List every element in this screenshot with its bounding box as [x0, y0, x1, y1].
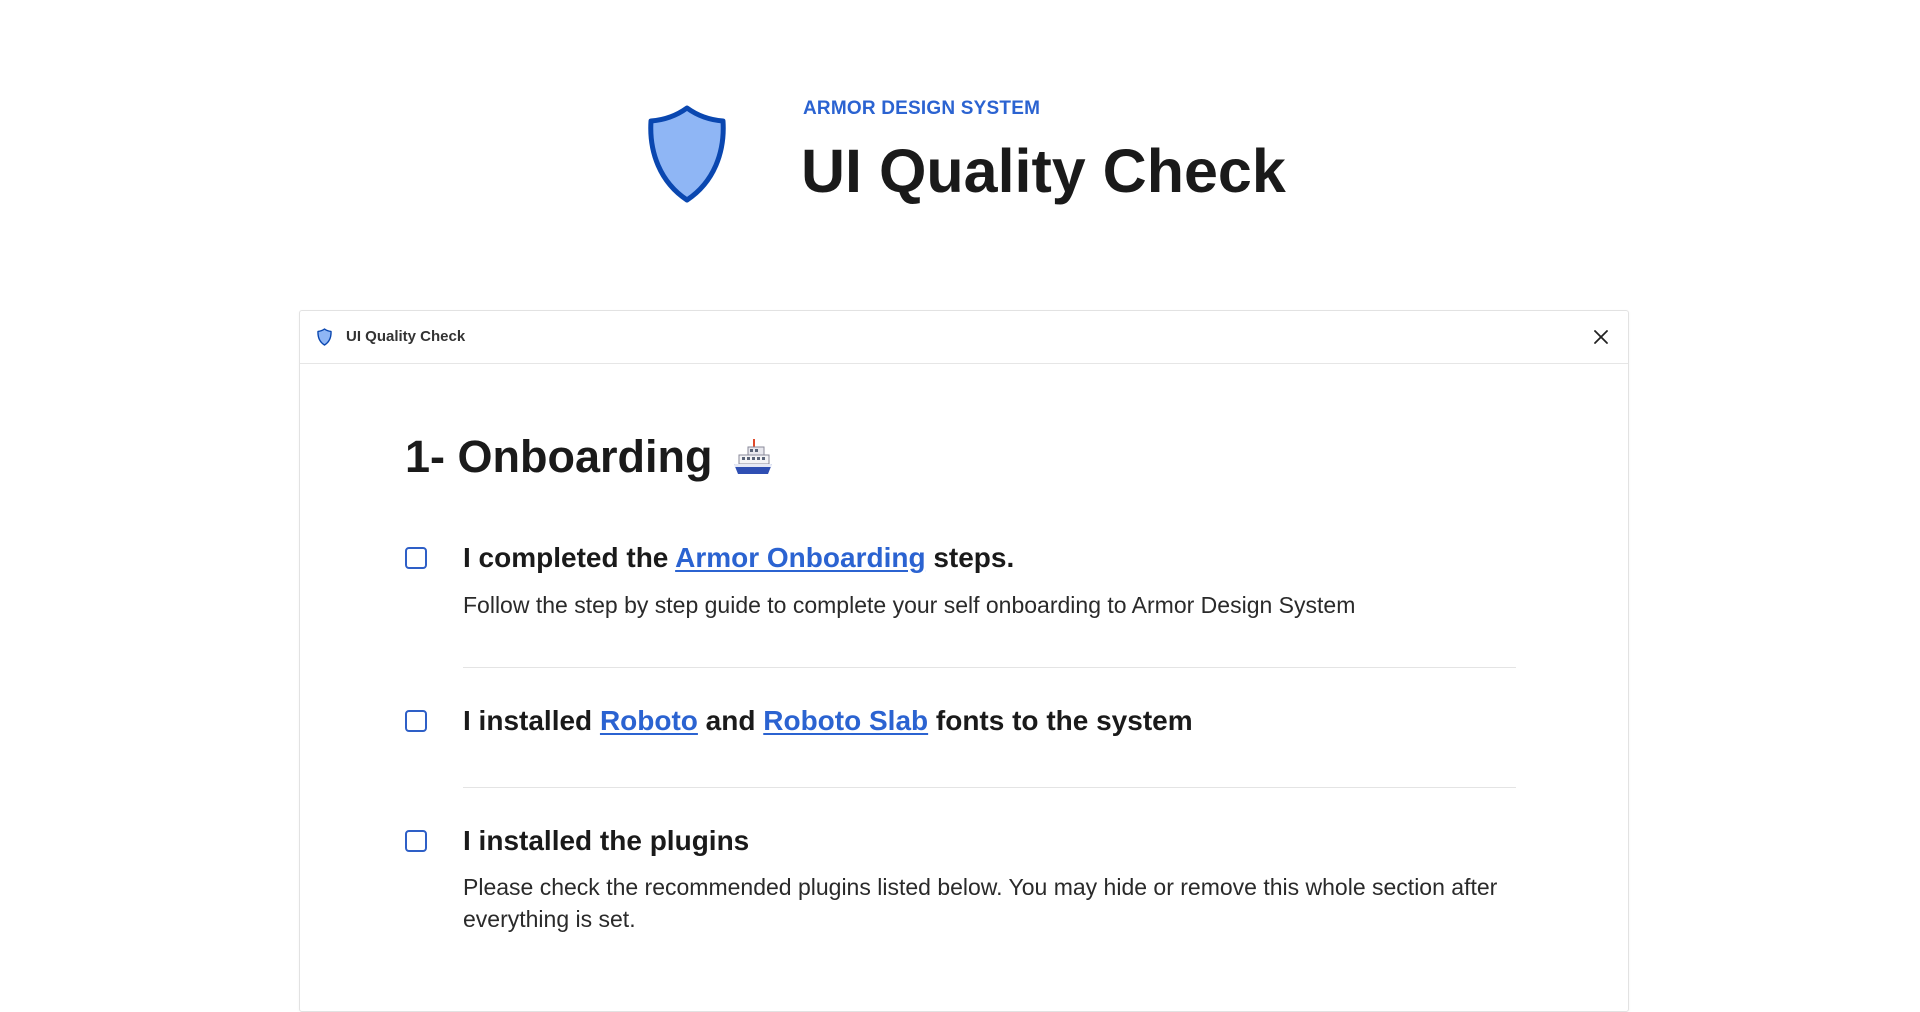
- item-title-text: and: [697, 705, 764, 736]
- section-heading: 1- Onboarding: [405, 431, 713, 482]
- item-description: Follow the step by step guide to complet…: [463, 592, 1356, 618]
- item-checkbox[interactable]: [405, 830, 427, 852]
- item-checkbox[interactable]: [405, 710, 427, 732]
- item-title-text: I completed the: [463, 542, 676, 573]
- ship-icon: [734, 439, 772, 474]
- page-title: UI Quality Check: [801, 137, 1286, 205]
- window-titlebar: UI Quality Check: [300, 311, 1628, 364]
- item-title-text: steps.: [925, 542, 1015, 573]
- item-title: I installed the plugins: [463, 825, 750, 856]
- shield-icon: [648, 105, 726, 203]
- item-title: I completed the Armor Onboarding steps.: [463, 540, 1014, 576]
- hero-header: ARMOR DESIGN SYSTEM UI Quality Check: [0, 0, 1920, 300]
- close-icon[interactable]: [1590, 326, 1612, 348]
- item-description: Please check the recommended plugins lis…: [463, 874, 1498, 932]
- item-title-text: I installed: [463, 705, 600, 736]
- item-title: I installed Roboto and Roboto Slab fonts…: [463, 703, 1193, 739]
- armor-onboarding-link[interactable]: Armor Onboarding: [675, 542, 925, 573]
- roboto-slab-link[interactable]: Roboto Slab: [763, 705, 928, 736]
- item-checkbox[interactable]: [405, 547, 427, 569]
- brand-kicker: ARMOR DESIGN SYSTEM: [803, 98, 1041, 119]
- divider: [463, 787, 1516, 788]
- item-title-text: fonts to the system: [928, 705, 1193, 736]
- quality-check-window: UI Quality Check 1- Onboarding I complet…: [299, 310, 1629, 1012]
- roboto-link[interactable]: Roboto: [600, 705, 698, 736]
- divider: [463, 667, 1516, 668]
- shield-icon: [317, 328, 332, 346]
- window-title: UI Quality Check: [346, 328, 466, 345]
